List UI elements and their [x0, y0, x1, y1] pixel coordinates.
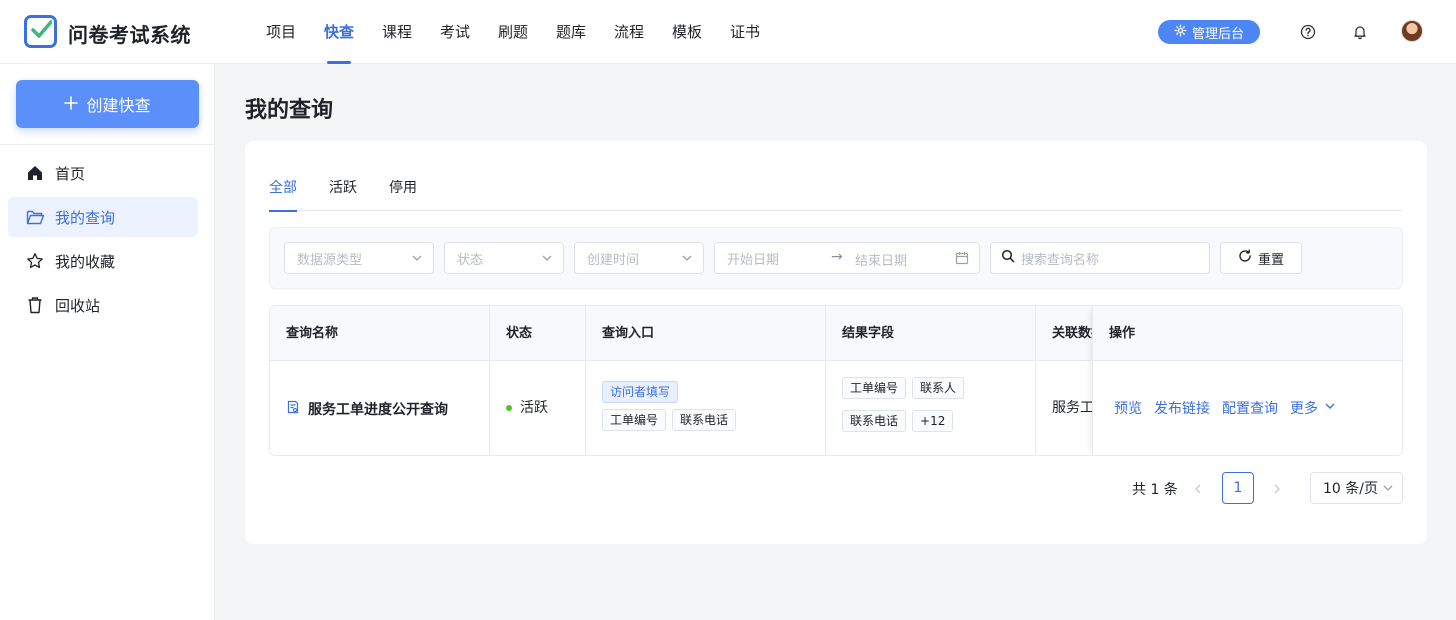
help-icon[interactable]: [1298, 22, 1318, 42]
sidebar-divider: [0, 144, 214, 145]
filter-panel: 数据源类型 状态 创建时间 开始日期 → 结束日期 搜索查询名称 重置: [269, 227, 1403, 289]
star-icon: [25, 251, 45, 271]
gear-icon: [1174, 24, 1187, 41]
sidebar-item-label: 我的收藏: [55, 252, 116, 271]
main-nav: 项目 快查 课程 考试 刷题 题库 流程 模板 证书: [252, 0, 774, 64]
column-header-actions: 操作: [1093, 306, 1402, 361]
refresh-icon: [1238, 249, 1252, 267]
create-quick-query-button[interactable]: 创建快查: [16, 80, 199, 128]
result-field-tag: 联系电话: [842, 410, 907, 432]
select-placeholder: 状态: [457, 252, 484, 268]
query-list-card: 全部 活跃 停用 数据源类型 状态 创建时间 开始日期 → 结束日期 搜索查询名…: [245, 141, 1427, 544]
folder-open-icon: [25, 207, 45, 227]
status-text: 活跃: [520, 400, 548, 416]
search-placeholder: 搜索查询名称: [1021, 252, 1100, 268]
arrow-right-icon: →: [831, 249, 843, 265]
sidebar-item-home[interactable]: 首页: [8, 153, 198, 193]
pagination-total: 共 1 条: [1132, 482, 1178, 498]
query-name-cell[interactable]: 服务工单进度公开查询: [270, 361, 490, 455]
nav-item-question-bank[interactable]: 题库: [542, 0, 600, 64]
result-fields-cell: 工单编号 联系人 联系电话 +12: [826, 361, 1036, 455]
status-cell: 活跃: [490, 361, 586, 455]
create-button-label: 创建快查: [86, 96, 151, 115]
created-time-select[interactable]: 创建时间: [574, 242, 704, 274]
chevron-left-icon[interactable]: [1191, 482, 1205, 496]
sidebar-item-favorites[interactable]: 我的收藏: [8, 241, 198, 281]
status-select[interactable]: 状态: [444, 242, 564, 274]
column-header-result-fields[interactable]: 结果字段: [826, 306, 1036, 361]
nav-item-practice[interactable]: 刷题: [484, 0, 542, 64]
chevron-down-icon: [681, 252, 693, 268]
date-range-picker[interactable]: 开始日期 → 结束日期: [714, 242, 980, 274]
nav-item-templates[interactable]: 模板: [658, 0, 716, 64]
more-actions-dropdown[interactable]: 更多: [1290, 398, 1336, 418]
sidebar: 创建快查 首页 我的查询 我的收藏 回收站: [0, 64, 215, 620]
entry-cell: 访问者填写 工单编号 联系电话: [586, 361, 826, 455]
top-bar: 问卷考试系统 项目 快查 课程 考试 刷题 题库 流程 模板 证书 管理后台: [0, 0, 1456, 64]
reset-button[interactable]: 重置: [1220, 242, 1302, 274]
bell-icon[interactable]: [1350, 22, 1370, 42]
nav-item-courses[interactable]: 课程: [368, 0, 426, 64]
pagination-current-page[interactable]: 1: [1222, 472, 1254, 504]
query-name[interactable]: 服务工单进度公开查询: [308, 399, 448, 419]
column-header-name[interactable]: 查询名称: [270, 306, 490, 361]
sidebar-item-label: 回收站: [55, 296, 101, 315]
chevron-down-icon: [541, 252, 553, 268]
end-date-input[interactable]: 结束日期: [855, 250, 907, 269]
chevron-down-icon: [1382, 482, 1394, 498]
entry-field-tag: 工单编号: [602, 409, 667, 431]
admin-console-button[interactable]: 管理后台: [1158, 20, 1260, 44]
sidebar-item-label: 首页: [55, 164, 86, 183]
page-size-select[interactable]: 10 条/页: [1310, 472, 1403, 504]
app-logo-icon: [24, 15, 57, 48]
calendar-icon: [955, 251, 969, 269]
query-table: 查询名称 状态 查询入口 结果字段 关联数据 服务工单进度公开查询 活跃 访问者…: [269, 305, 1403, 456]
status-tabs: 全部 活跃 停用: [269, 171, 1403, 212]
admin-console-label: 管理后台: [1191, 26, 1244, 42]
page-title: 我的查询: [245, 98, 334, 123]
nav-item-exams[interactable]: 考试: [426, 0, 484, 64]
chevron-down-icon: [1324, 400, 1336, 416]
document-query-icon: [286, 400, 300, 418]
result-field-tag: 联系人: [912, 377, 965, 399]
tab-disabled[interactable]: 停用: [389, 171, 417, 211]
search-icon: [1001, 249, 1015, 267]
reset-label: 重置: [1257, 252, 1284, 268]
tab-active[interactable]: 活跃: [329, 171, 357, 211]
select-placeholder: 创建时间: [587, 252, 640, 268]
publish-link[interactable]: 发布链接: [1154, 398, 1210, 418]
entry-type-tag: 访问者填写: [602, 381, 679, 403]
result-field-tag: 工单编号: [842, 377, 907, 399]
datasource-type-select[interactable]: 数据源类型: [284, 242, 434, 274]
nav-item-workflow[interactable]: 流程: [600, 0, 658, 64]
select-placeholder: 数据源类型: [297, 252, 363, 268]
home-icon: [25, 163, 45, 183]
chevron-right-icon[interactable]: [1270, 482, 1284, 496]
entry-field-tag: 联系电话: [672, 409, 737, 431]
user-avatar[interactable]: [1401, 20, 1423, 42]
start-date-input[interactable]: 开始日期: [727, 249, 779, 268]
actions-column: 操作 预览 发布链接 配置查询 更多: [1092, 306, 1402, 455]
nav-item-certificates[interactable]: 证书: [716, 0, 774, 64]
page-size-value: 10 条/页: [1323, 481, 1378, 497]
sidebar-item-my-queries[interactable]: 我的查询: [8, 197, 198, 237]
more-fields-tag[interactable]: +12: [912, 410, 954, 432]
tab-all[interactable]: 全部: [269, 171, 297, 212]
sidebar-item-trash[interactable]: 回收站: [8, 285, 198, 325]
nav-item-quick-query[interactable]: 快查: [310, 0, 368, 64]
column-header-status[interactable]: 状态: [490, 306, 586, 361]
plus-icon: [64, 95, 79, 114]
trash-icon: [25, 295, 45, 315]
status-dot: [506, 405, 512, 411]
column-header-entry[interactable]: 查询入口: [586, 306, 826, 361]
more-actions-label: 更多: [1290, 401, 1318, 417]
nav-item-projects[interactable]: 项目: [252, 0, 310, 64]
app-title: 问卷考试系统: [68, 23, 191, 47]
row-actions: 预览 发布链接 配置查询 更多: [1093, 398, 1402, 418]
configure-query-link[interactable]: 配置查询: [1222, 398, 1278, 418]
preview-link[interactable]: 预览: [1114, 398, 1142, 418]
chevron-down-icon: [411, 252, 423, 268]
sidebar-item-label: 我的查询: [55, 208, 116, 227]
query-search-input[interactable]: 搜索查询名称: [990, 242, 1210, 274]
